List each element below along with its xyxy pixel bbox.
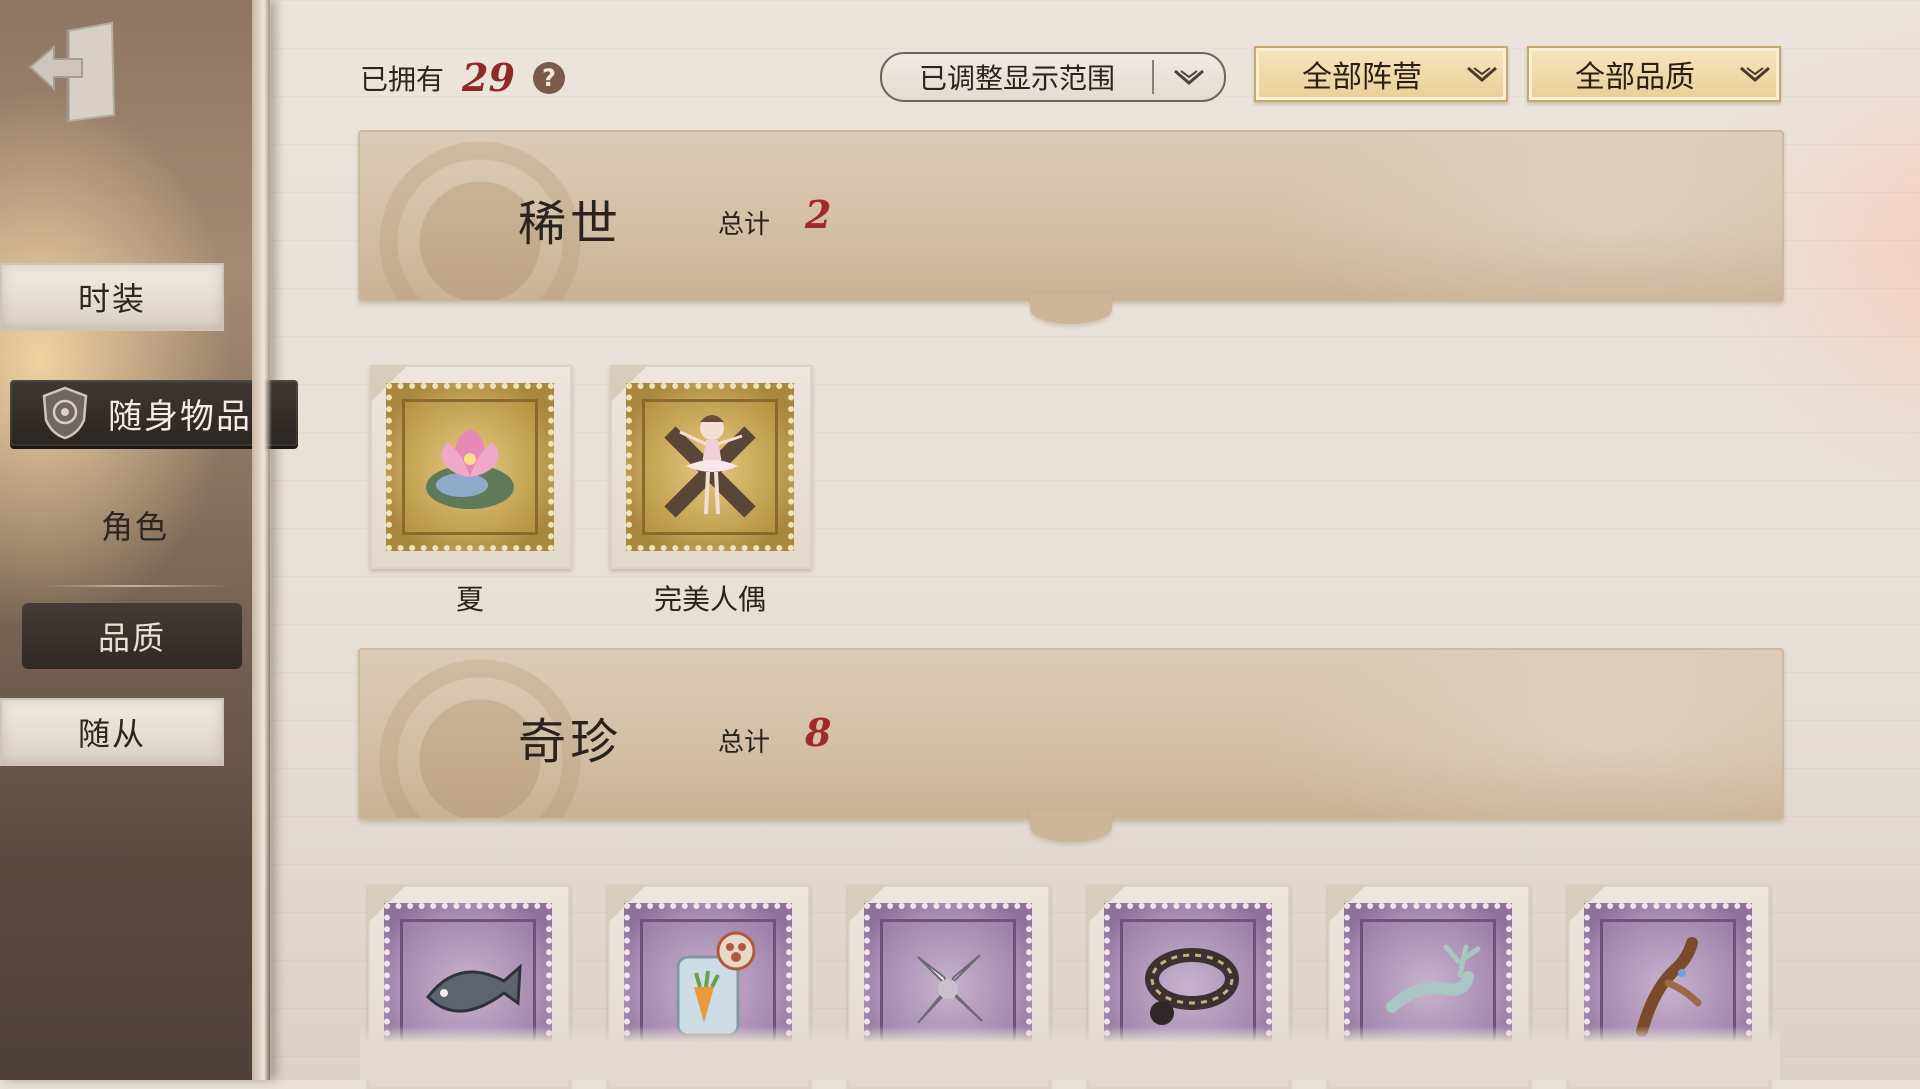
owned-counter: 已拥有 29 ? bbox=[360, 55, 565, 100]
sidebar-item-fashion[interactable]: 时装 bbox=[0, 263, 224, 331]
owned-count: 29 bbox=[462, 55, 515, 100]
sidebar: 时装 随身物品 角色 品质 随从 bbox=[0, 0, 298, 1080]
display-range-dropdown[interactable]: 已调整显示范围 bbox=[880, 52, 1226, 102]
back-button[interactable] bbox=[22, 18, 122, 123]
sidebar-item-label: 时装 bbox=[77, 280, 146, 318]
sidebar-item-label: 品质 bbox=[97, 619, 166, 657]
section-header-rare: 稀世 总计 2 bbox=[358, 130, 1784, 324]
sidebar-item-label: 随身物品 bbox=[108, 396, 252, 437]
display-range-label: 已调整显示范围 bbox=[918, 62, 1115, 95]
sidebar-item-quality[interactable]: 品质 bbox=[22, 603, 242, 669]
chevron-down-icon bbox=[1458, 64, 1506, 84]
list-bottom-fade bbox=[360, 1026, 1780, 1080]
stamp-frame bbox=[626, 383, 794, 551]
camp-filter-label: 全部阵营 bbox=[1302, 60, 1422, 95]
section-total-label: 总计 bbox=[718, 210, 771, 240]
sidebar-divider bbox=[40, 585, 230, 587]
owned-label: 已拥有 bbox=[360, 62, 445, 96]
section-total-count: 8 bbox=[805, 710, 832, 755]
ballerina-doll-icon bbox=[642, 399, 778, 535]
sidebar-item-label: 角色 bbox=[100, 508, 169, 546]
help-icon[interactable]: ? bbox=[532, 61, 565, 94]
quality-filter-label: 全部品质 bbox=[1575, 60, 1695, 95]
item-name: 完美人偶 bbox=[653, 583, 766, 616]
header-notch bbox=[1030, 812, 1112, 842]
item-name: 夏 bbox=[455, 583, 484, 616]
camp-filter-dropdown[interactable]: 全部阵营 bbox=[1254, 46, 1508, 102]
item-card[interactable] bbox=[610, 365, 812, 569]
sidebar-item-role[interactable]: 角色 bbox=[40, 495, 230, 555]
chevron-down-icon bbox=[1154, 67, 1224, 87]
section-title: 稀世 bbox=[518, 196, 623, 252]
stamp-frame bbox=[386, 383, 554, 551]
section-total-label: 总计 bbox=[718, 728, 771, 758]
section-title: 奇珍 bbox=[518, 714, 623, 770]
shield-emblem-icon bbox=[40, 386, 90, 440]
sidebar-item-companion[interactable]: 随从 bbox=[0, 698, 224, 766]
item-card[interactable] bbox=[370, 365, 572, 569]
exit-door-icon bbox=[28, 21, 116, 122]
section-header-treasure: 奇珍 总计 8 bbox=[358, 648, 1784, 842]
quality-filter-dropdown[interactable]: 全部品质 bbox=[1527, 46, 1781, 102]
header-notch bbox=[1030, 294, 1112, 324]
lotus-icon bbox=[402, 399, 538, 535]
sidebar-edge bbox=[252, 0, 272, 1080]
sidebar-item-label: 随从 bbox=[77, 715, 146, 753]
chevron-down-icon bbox=[1731, 64, 1779, 84]
section-total-count: 2 bbox=[805, 192, 832, 237]
